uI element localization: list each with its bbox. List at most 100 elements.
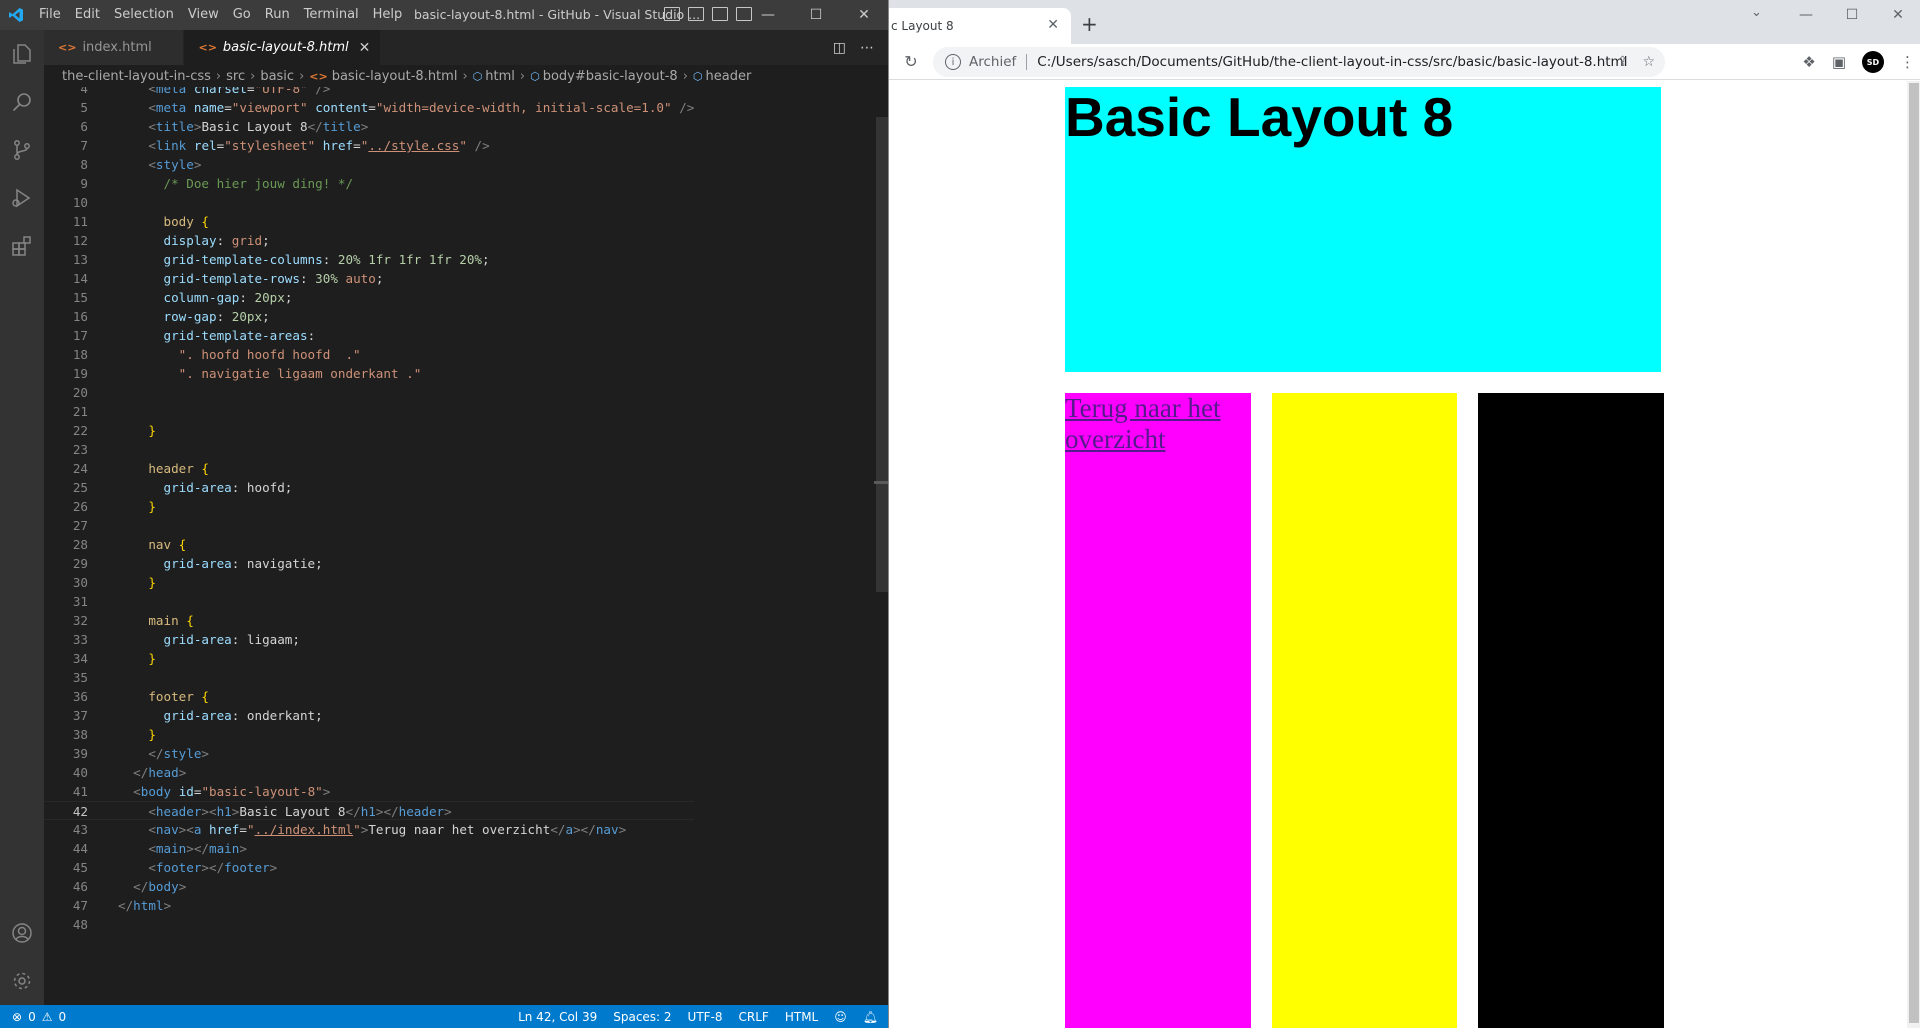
- minimize-button[interactable]: —: [744, 0, 792, 30]
- close-button[interactable]: ✕: [1875, 0, 1920, 30]
- code-line[interactable]: 15 column-gap: 20px;: [44, 288, 694, 307]
- code-line[interactable]: 37 grid-area: onderkant;: [44, 706, 694, 725]
- code-line[interactable]: 36 footer {: [44, 687, 694, 706]
- editor-scrollbar[interactable]: [874, 87, 888, 1005]
- tab-index-html[interactable]: <> index.html ✕: [44, 30, 185, 65]
- code-line[interactable]: 22 }: [44, 421, 694, 440]
- more-actions-icon[interactable]: ⋯: [860, 40, 874, 56]
- code-line[interactable]: 19 ". navigatie ligaam onderkant .": [44, 364, 694, 383]
- breadcrumb-item[interactable]: header: [706, 69, 752, 84]
- menu-run[interactable]: Run: [258, 0, 297, 30]
- code-line[interactable]: 20: [44, 383, 694, 402]
- code-line[interactable]: 23: [44, 440, 694, 459]
- code-line[interactable]: 28 nav {: [44, 535, 694, 554]
- code-line[interactable]: 24 header {: [44, 459, 694, 478]
- maximize-button[interactable]: ☐: [1829, 0, 1875, 30]
- source-control-icon[interactable]: [0, 126, 44, 174]
- info-icon[interactable]: i: [945, 54, 961, 70]
- cursor-position[interactable]: Ln 42, Col 39: [518, 1010, 597, 1024]
- page-scrollbar[interactable]: [1907, 81, 1920, 1028]
- code-line[interactable]: 4 <meta charset="UTF-8" />: [44, 87, 694, 98]
- split-editor-icon[interactable]: ◫: [833, 40, 846, 56]
- profile-avatar[interactable]: SD: [1862, 51, 1884, 73]
- search-icon[interactable]: [0, 78, 44, 126]
- menu-file[interactable]: File: [32, 0, 68, 30]
- code-line[interactable]: 31: [44, 592, 694, 611]
- menu-selection[interactable]: Selection: [107, 0, 181, 30]
- code-line[interactable]: 33 grid-area: ligaam;: [44, 630, 694, 649]
- chrome-tab[interactable]: c Layout 8 ✕: [889, 8, 1071, 44]
- problems-indicator[interactable]: ⊗ 0 ⚠ 0: [0, 1010, 66, 1024]
- accounts-icon[interactable]: [0, 909, 44, 957]
- code-line[interactable]: 5 <meta name="viewport" content="width=d…: [44, 98, 694, 117]
- code-line[interactable]: 42 <header><h1>Basic Layout 8</h1></head…: [44, 801, 695, 820]
- run-debug-icon[interactable]: [0, 174, 44, 222]
- toggle-panel-icon[interactable]: [688, 7, 704, 21]
- code-line[interactable]: 8 <style>: [44, 155, 694, 174]
- menu-view[interactable]: View: [181, 0, 226, 30]
- breadcrumb-item[interactable]: basic-layout-8.html: [332, 69, 458, 84]
- code-line[interactable]: 18 ". hoofd hoofd hoofd .": [44, 345, 694, 364]
- code-line[interactable]: 14 grid-template-rows: 30% auto;: [44, 269, 694, 288]
- code-line[interactable]: 25 grid-area: hoofd;: [44, 478, 694, 497]
- code-line[interactable]: 46 </body>: [44, 877, 694, 896]
- code-line[interactable]: 45 <footer></footer>: [44, 858, 694, 877]
- code-line[interactable]: 27: [44, 516, 694, 535]
- url-text[interactable]: C:/Users/sasch/Documents/GitHub/the-clie…: [1037, 54, 1627, 70]
- new-tab-plus-icon[interactable]: +: [1081, 12, 1098, 36]
- code-line[interactable]: 35: [44, 668, 694, 687]
- notifications-bell-icon[interactable]: 🔔︎: [863, 1010, 878, 1024]
- minimize-button[interactable]: —: [1783, 0, 1829, 30]
- language-mode[interactable]: HTML: [785, 1010, 818, 1024]
- menu-edit[interactable]: Edit: [68, 0, 107, 30]
- code-line[interactable]: 48: [44, 915, 694, 934]
- code-line[interactable]: 21: [44, 402, 694, 421]
- close-button[interactable]: ✕: [840, 0, 888, 30]
- toggle-secondary-sidebar-icon[interactable]: [712, 7, 728, 21]
- breadcrumb-item[interactable]: html: [485, 69, 515, 84]
- code-line[interactable]: 12 display: grid;: [44, 231, 694, 250]
- code-line[interactable]: 13 grid-template-columns: 20% 1fr 1fr 1f…: [44, 250, 694, 269]
- feedback-icon[interactable]: ☺: [834, 1010, 847, 1024]
- breadcrumb-item[interactable]: the-client-layout-in-css: [62, 69, 211, 84]
- code-line[interactable]: 44 <main></main>: [44, 839, 694, 858]
- code-line[interactable]: 30 }: [44, 573, 694, 592]
- breadcrumb-item[interactable]: body#basic-layout-8: [543, 69, 678, 84]
- code-line[interactable]: 29 grid-area: navigatie;: [44, 554, 694, 573]
- code-editor[interactable]: 4 <meta charset="UTF-8" /> 5 <meta name="…: [44, 87, 888, 1005]
- extensions-puzzle-icon[interactable]: ❖: [1802, 53, 1815, 71]
- code-line[interactable]: 10: [44, 193, 694, 212]
- menu-help[interactable]: Help: [366, 0, 410, 30]
- tab-close-icon[interactable]: ✕: [359, 40, 371, 56]
- editor-scrollbar-thumb[interactable]: [876, 117, 888, 592]
- back-to-overview-link[interactable]: Terug naar het overzicht: [1065, 393, 1251, 455]
- code-line[interactable]: 17 grid-template-areas:: [44, 326, 694, 345]
- code-line[interactable]: 16 row-gap: 20px;: [44, 307, 694, 326]
- code-line[interactable]: 39 </style>: [44, 744, 694, 763]
- code-line[interactable]: 11 body {: [44, 212, 694, 231]
- toggle-primary-sidebar-icon[interactable]: [664, 7, 680, 21]
- manage-gear-icon[interactable]: [0, 957, 44, 1005]
- code-line[interactable]: 40 </head>: [44, 763, 694, 782]
- code-line[interactable]: 26 }: [44, 497, 694, 516]
- reload-icon[interactable]: ↻: [893, 52, 929, 71]
- page-scrollbar-thumb[interactable]: [1909, 83, 1919, 1023]
- tab-basic-layout-8-html[interactable]: <> basic-layout-8.html ✕: [184, 30, 382, 65]
- breadcrumb-item[interactable]: basic: [260, 69, 294, 84]
- code-line[interactable]: 47 </html>: [44, 896, 694, 915]
- bookmark-star-icon[interactable]: ☆: [1642, 54, 1655, 70]
- maximize-button[interactable]: ☐: [792, 0, 840, 30]
- address-bar[interactable]: i Archief C:/Users/sasch/Documents/GitHu…: [933, 47, 1665, 77]
- encoding[interactable]: UTF-8: [688, 1010, 723, 1024]
- code-line[interactable]: 7 <link rel="stylesheet" href="../style.…: [44, 136, 694, 155]
- chrome-menu-kebab-icon[interactable]: ⋮: [1900, 53, 1915, 71]
- code-line[interactable]: 43 <nav><a href="../index.html">Terug na…: [44, 820, 694, 839]
- end-of-line[interactable]: CRLF: [739, 1010, 769, 1024]
- code-line[interactable]: 38 }: [44, 725, 694, 744]
- indentation[interactable]: Spaces: 2: [613, 1010, 671, 1024]
- explorer-icon[interactable]: [0, 30, 44, 78]
- tab-search-chevron-icon[interactable]: ⌄: [1751, 5, 1762, 20]
- code-line[interactable]: 6 <title>Basic Layout 8</title>: [44, 117, 694, 136]
- breadcrumb-item[interactable]: src: [226, 69, 245, 84]
- code-line[interactable]: 32 main {: [44, 611, 694, 630]
